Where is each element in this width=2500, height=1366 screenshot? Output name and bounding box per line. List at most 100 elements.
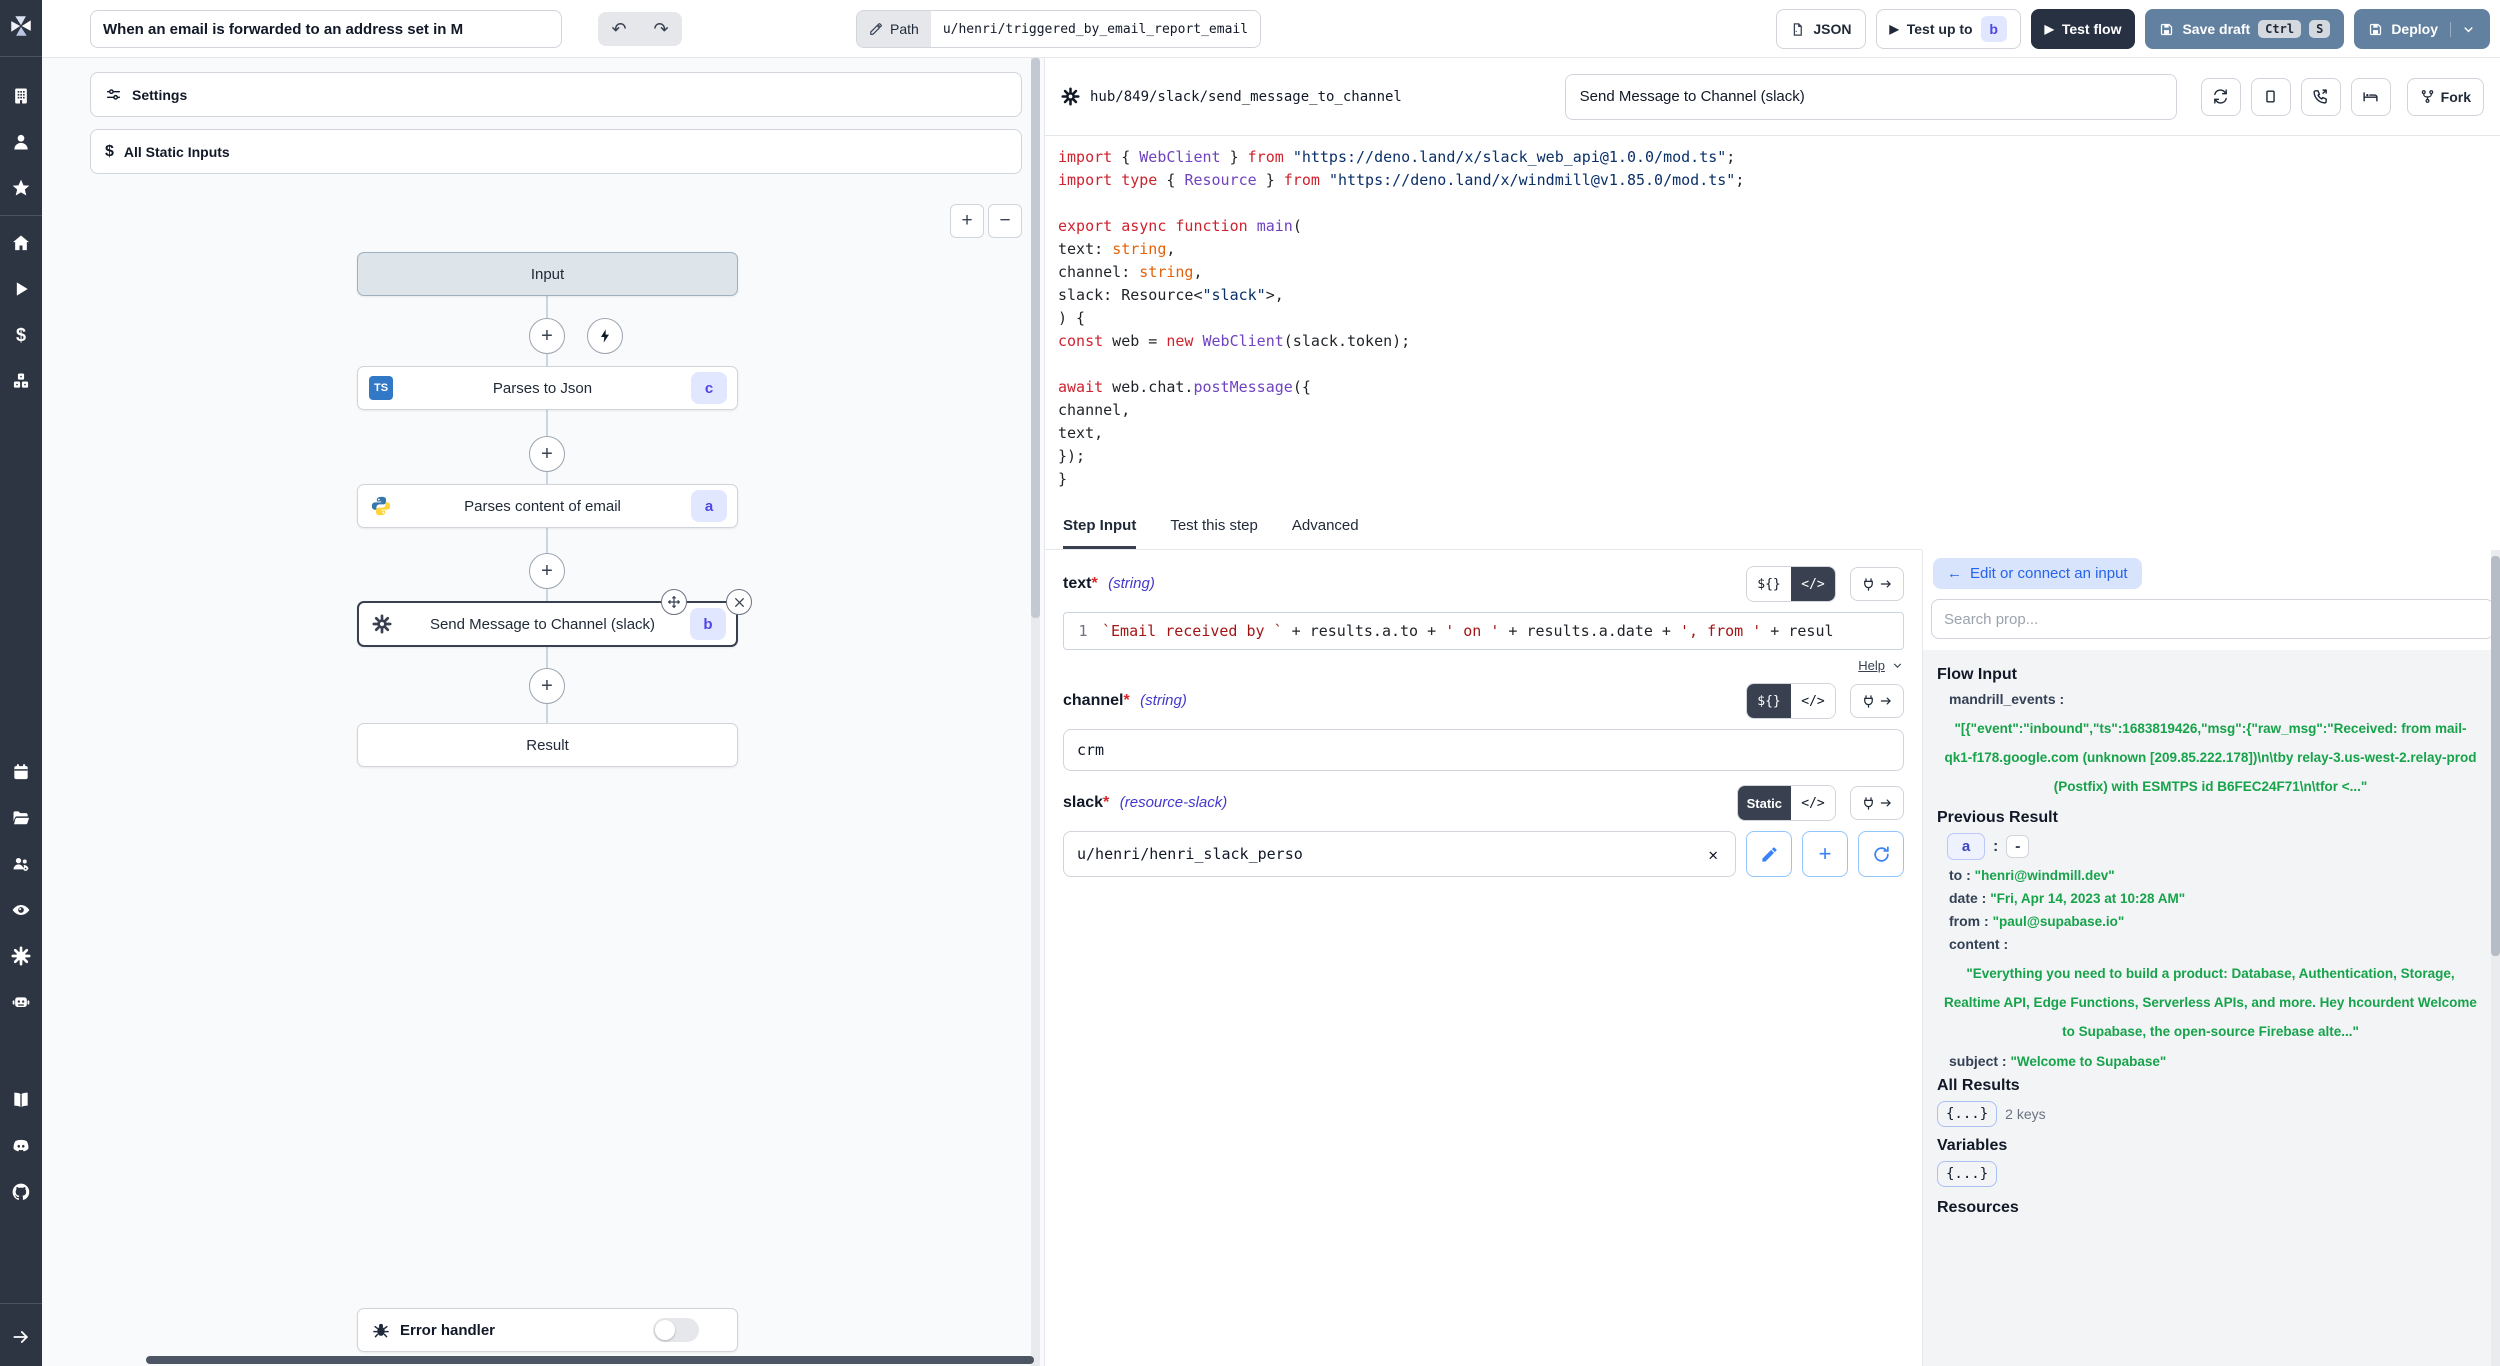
phone-icon xyxy=(2312,88,2329,105)
channel-template-mode[interactable]: ${} xyxy=(1747,684,1791,718)
add-step-button[interactable]: + xyxy=(529,668,565,704)
deploy-dropdown[interactable] xyxy=(2450,22,2476,37)
schedules-calendar-icon[interactable] xyxy=(0,749,42,795)
prop-value-mandrill-events[interactable]: "[{"event":"inbound","ts":1683819426,"ms… xyxy=(1943,714,2478,801)
add-step-button[interactable]: + xyxy=(529,553,565,589)
path-label-segment: Path xyxy=(857,11,931,47)
sleep-bed-button[interactable] xyxy=(2351,78,2391,116)
test-up-to-button[interactable]: ▶ Test up to b xyxy=(1876,9,2021,49)
zoom-out-button[interactable]: − xyxy=(988,204,1022,238)
step-badge-a[interactable]: a xyxy=(1947,833,1985,860)
add-resource-button[interactable]: + xyxy=(1802,831,1848,877)
audit-eye-icon[interactable] xyxy=(0,887,42,933)
flow-node-input[interactable]: Input xyxy=(357,252,738,296)
redo-button[interactable]: ↷ xyxy=(640,12,682,46)
user-icon[interactable] xyxy=(0,119,42,165)
flow-node-parses-content[interactable]: Parses content of email a xyxy=(357,484,738,528)
prop-entry-content[interactable]: content : xyxy=(1949,936,2478,952)
tab-test-this-step[interactable]: Test this step xyxy=(1170,505,1258,549)
module-box-button[interactable] xyxy=(2251,78,2291,116)
code-line: channel, xyxy=(1058,399,2500,422)
workspace-icon[interactable] xyxy=(0,73,42,119)
flow-title-input[interactable] xyxy=(90,10,562,48)
error-handler-node[interactable]: Error handler xyxy=(357,1308,738,1352)
save-draft-button[interactable]: Save draft Ctrl S xyxy=(2145,9,2344,49)
square-icon xyxy=(2262,88,2279,105)
trigger-bolt-button[interactable] xyxy=(587,318,623,354)
text-template-mode[interactable]: ${} xyxy=(1747,567,1791,601)
fork-button[interactable]: Fork xyxy=(2407,78,2484,116)
flow-node-parses-to-json[interactable]: TS Parses to Json c xyxy=(357,366,738,410)
groups-icon[interactable] xyxy=(0,841,42,887)
add-step-button[interactable]: + xyxy=(529,436,565,472)
tab-step-input[interactable]: Step Input xyxy=(1063,505,1136,549)
github-icon[interactable] xyxy=(0,1169,42,1215)
text-code-mode[interactable]: </> xyxy=(1791,567,1835,601)
home-icon[interactable] xyxy=(0,220,42,266)
deploy-button[interactable]: Deploy xyxy=(2354,9,2490,49)
prop-entry-date[interactable]: date : "Fri, Apr 14, 2023 at 10:28 AM" xyxy=(1949,890,2478,906)
prop-panel-scrollbar[interactable] xyxy=(2491,550,2500,1366)
channel-code-mode[interactable]: </> xyxy=(1791,684,1835,718)
text-connect-button[interactable] xyxy=(1850,567,1904,601)
prop-value-date[interactable]: "Fri, Apr 14, 2023 at 10:28 AM" xyxy=(1990,891,2185,906)
windmill-logo-icon[interactable] xyxy=(0,0,42,52)
collapse-button[interactable]: - xyxy=(2006,835,2029,858)
flow-node-result[interactable]: Result xyxy=(357,723,738,767)
resources-cubes-icon[interactable] xyxy=(0,358,42,404)
channel-connect-button[interactable] xyxy=(1850,684,1904,718)
clear-icon[interactable]: ✕ xyxy=(1704,845,1722,864)
test-flow-button[interactable]: ▶ Test flow xyxy=(2031,9,2136,49)
path-pill[interactable]: Path u/henri/triggered_by_email_report_e… xyxy=(856,10,1261,48)
undo-button[interactable]: ↶ xyxy=(598,12,640,46)
add-step-button[interactable]: + xyxy=(529,318,565,354)
step-name-input[interactable] xyxy=(1565,74,2177,120)
refresh-resource-button[interactable] xyxy=(1858,831,1904,877)
all-results-object-chip[interactable]: {...} xyxy=(1937,1101,1997,1127)
discord-icon[interactable] xyxy=(0,1123,42,1169)
edit-or-connect-button[interactable]: ← Edit or connect an input xyxy=(1933,558,2142,589)
slack-code-mode[interactable]: </> xyxy=(1791,786,1835,820)
flow-panel-hscrollbar[interactable] xyxy=(146,1356,1034,1364)
sync-refresh-button[interactable] xyxy=(2201,78,2241,116)
prop-value-content[interactable]: "Everything you need to build a product:… xyxy=(1943,959,2478,1046)
prop-value-from[interactable]: "paul@supabase.io" xyxy=(1993,914,2125,929)
delete-step-button[interactable] xyxy=(726,589,752,615)
trigger-phone-button[interactable] xyxy=(2301,78,2341,116)
favorites-star-icon[interactable] xyxy=(0,165,42,211)
move-step-handle[interactable] xyxy=(661,589,687,615)
workers-robot-icon[interactable] xyxy=(0,979,42,1025)
tab-advanced[interactable]: Advanced xyxy=(1292,505,1359,549)
channel-input[interactable] xyxy=(1063,729,1904,771)
edit-resource-button[interactable] xyxy=(1746,831,1792,877)
variables-dollar-icon[interactable]: $ xyxy=(0,312,42,358)
path-value[interactable]: u/henri/triggered_by_email_report_email xyxy=(931,11,1260,47)
text-expression-editor[interactable]: 1 `Email received by ` + results.a.to + … xyxy=(1063,612,1904,650)
settings-gear-icon[interactable] xyxy=(0,933,42,979)
slack-static-mode[interactable]: Static xyxy=(1738,786,1791,820)
prop-entry-to[interactable]: to : "henri@windmill.dev" xyxy=(1949,867,2478,883)
folders-icon[interactable] xyxy=(0,795,42,841)
slack-resource-input[interactable]: u/henri/henri_slack_perso ✕ xyxy=(1063,831,1736,877)
search-prop-input[interactable] xyxy=(1931,599,2494,639)
text-mode-toggle: ${} </> xyxy=(1746,566,1836,602)
all-static-inputs-button[interactable]: $ All Static Inputs xyxy=(90,129,1022,174)
slack-connect-button[interactable] xyxy=(1850,786,1904,820)
zoom-in-button[interactable]: + xyxy=(950,204,984,238)
flow-panel-scrollbar[interactable] xyxy=(1031,58,1040,1366)
prop-entry-subject[interactable]: subject : "Welcome to Supabase" xyxy=(1949,1053,2478,1069)
expand-arrow-icon[interactable] xyxy=(0,1308,42,1366)
json-button[interactable]: JSON xyxy=(1776,9,1865,49)
error-handler-toggle[interactable] xyxy=(653,1318,699,1342)
prop-value-subject[interactable]: "Welcome to Supabase" xyxy=(2010,1054,2166,1069)
prop-entry-mandrill-events[interactable]: mandrill_events : xyxy=(1949,691,2478,707)
runs-play-icon[interactable] xyxy=(0,266,42,312)
flow-settings-button[interactable]: Settings xyxy=(90,72,1022,117)
variables-object-chip[interactable]: {...} xyxy=(1937,1161,1997,1187)
code-editor[interactable]: import { WebClient } from "https://deno.… xyxy=(1045,136,2500,505)
help-link[interactable]: Help xyxy=(1858,658,1885,673)
arrow-right-icon xyxy=(1879,694,1893,708)
prop-entry-from[interactable]: from : "paul@supabase.io" xyxy=(1949,913,2478,929)
prop-value-to[interactable]: "henri@windmill.dev" xyxy=(1975,868,2115,883)
docs-book-icon[interactable] xyxy=(0,1077,42,1123)
